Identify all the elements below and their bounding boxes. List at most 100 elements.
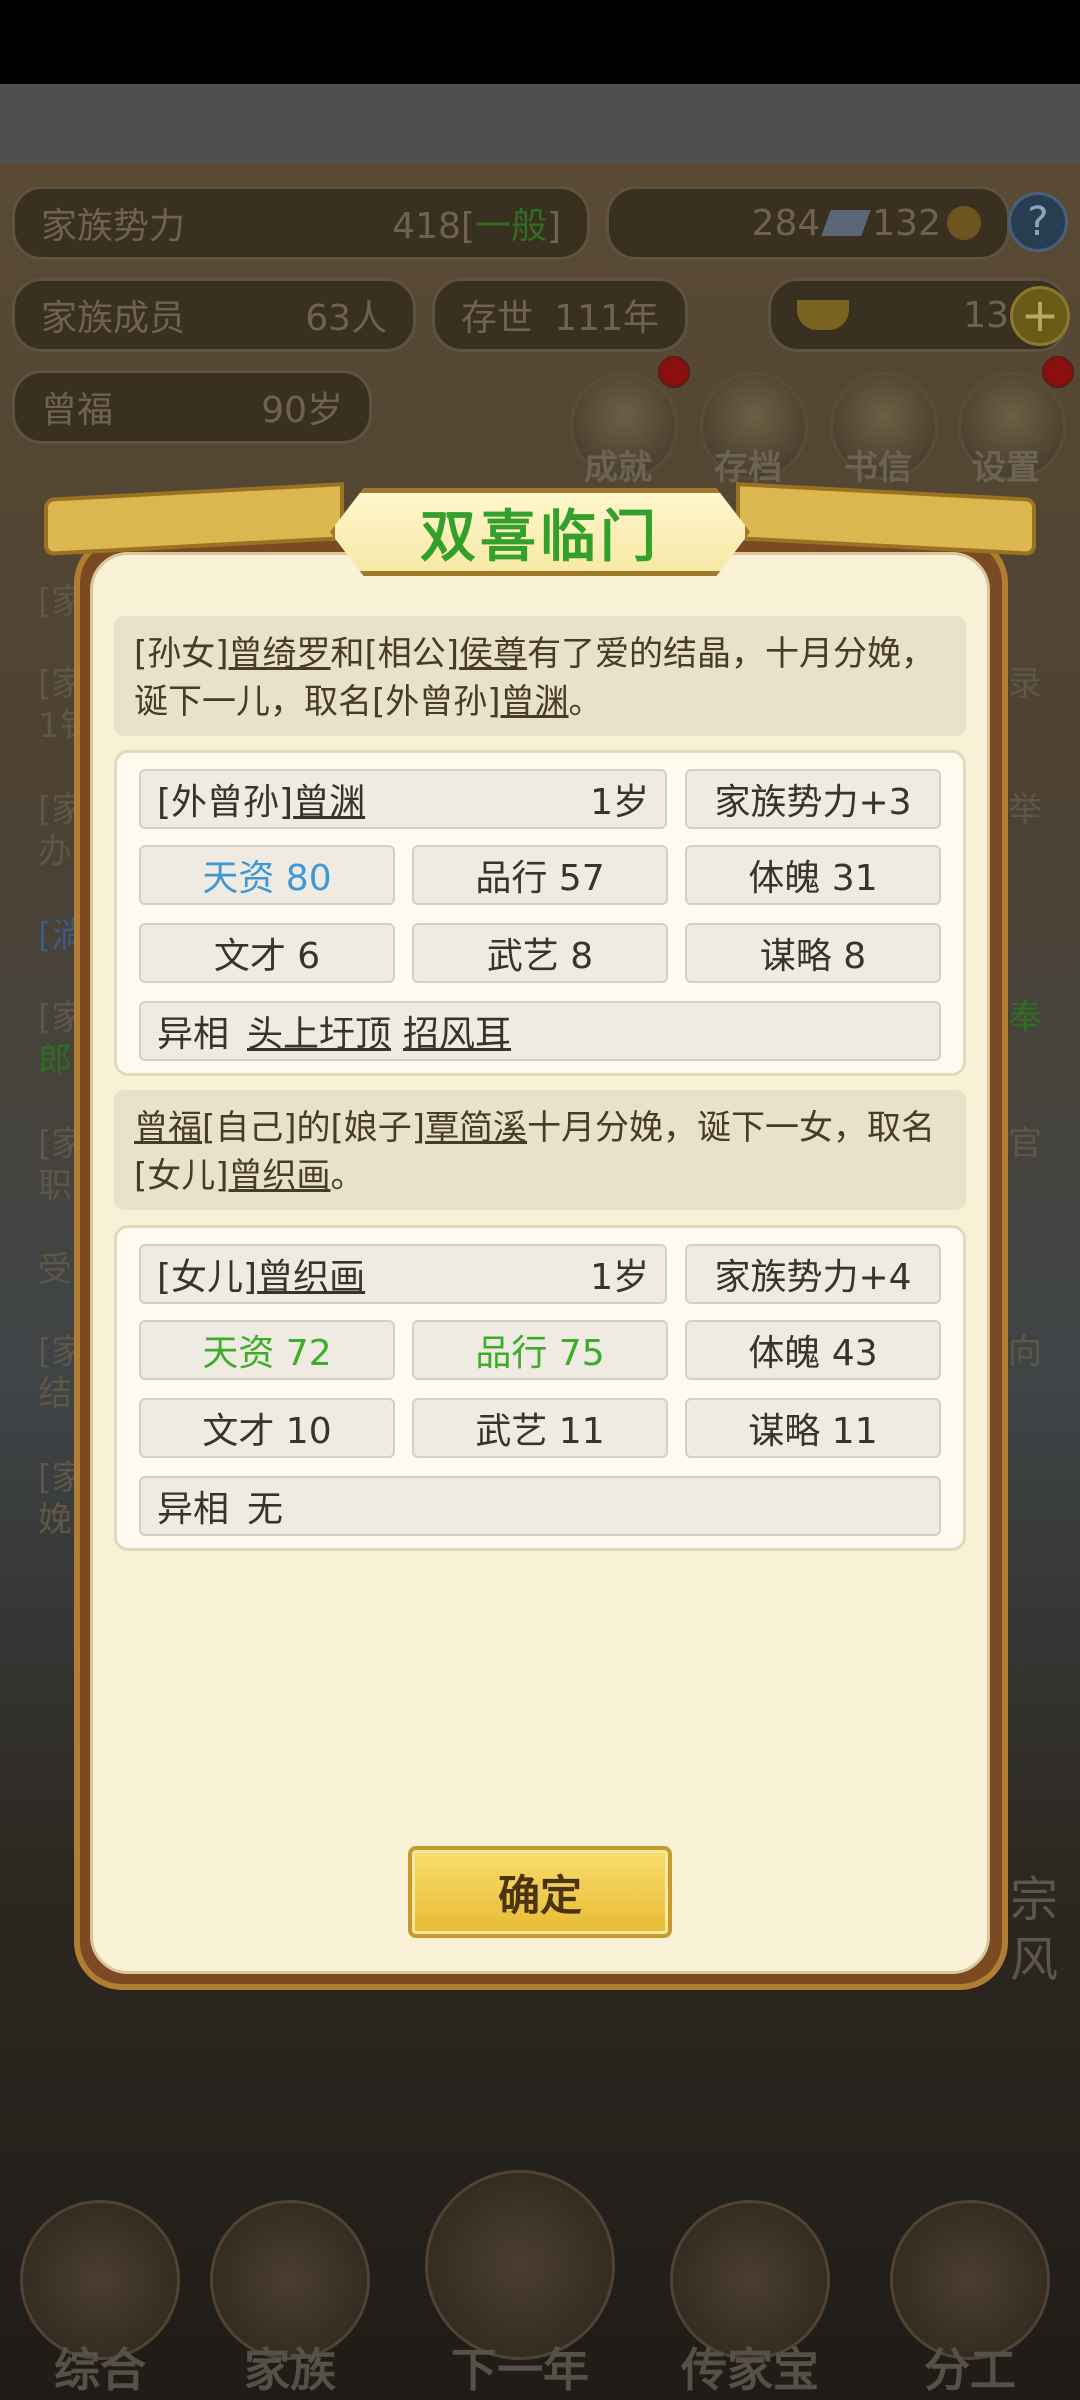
clan-power-readout: 418[一般] [392, 197, 561, 249]
trait-row: 异相 无 [139, 1476, 941, 1536]
child-name-cell[interactable]: [女儿]曾织画 1岁 [139, 1244, 667, 1304]
child-card-1: [外曾孙]曾渊 1岁 家族势力+3 天资 80 品行 57 体魄 31 文才 6… [114, 750, 966, 1076]
notification-badge [658, 356, 690, 388]
book-icon [821, 210, 872, 236]
clan-power-tag-close: ] [546, 206, 561, 247]
child-name: 曾渊 [293, 782, 366, 823]
coin-icon [947, 206, 981, 240]
event-message-2: 曾福[自己]的[娘子]覃简溪十月分娩，诞下一女，取名[女儿]曾织画。 [114, 1090, 966, 1210]
log-fragment: 向 [1008, 1332, 1042, 1372]
settings-badge [1042, 356, 1074, 388]
patriarch-age: 90岁 [261, 390, 343, 431]
clan-power-value: 418 [392, 206, 461, 247]
members-panel: 家族成员 63人 [12, 278, 416, 352]
log-fragment: 办 [38, 832, 72, 872]
stat-strategy: 谋略 8 [685, 923, 941, 983]
stat-physique: 体魄 43 [685, 1320, 941, 1380]
nav-clan-label: 家族 [244, 2343, 336, 2397]
clan-power-bonus: 家族势力+3 [685, 769, 941, 829]
nav-clan[interactable]: 家族 [200, 2180, 380, 2400]
settings-label: 设置 [972, 448, 1040, 488]
event2-text: 。 [330, 1156, 365, 1196]
nav-assign[interactable]: 分工 [880, 2180, 1060, 2400]
existence-label: 存世 [461, 298, 534, 339]
dialog-title-plate: 双喜临门 [330, 488, 750, 576]
child-relation: [女儿] [157, 1257, 258, 1298]
mountain-icon [425, 2170, 615, 2360]
character-link[interactable]: 曾渊 [501, 682, 569, 722]
patriarch-name: 曾福 [41, 390, 114, 431]
child-relation: [外曾孙] [157, 782, 294, 823]
log-fragment: 奉 [1008, 998, 1042, 1038]
character-link[interactable]: 覃简溪 [425, 1108, 527, 1148]
side-label: 风 [1010, 1932, 1059, 1988]
help-button[interactable]: ? [1008, 192, 1068, 252]
stat-talent: 天资 80 [139, 845, 395, 905]
trait-label: 异相 [157, 1014, 230, 1055]
existence-panel: 存世 111年 [432, 278, 688, 352]
child-age: 1岁 [590, 1257, 649, 1298]
nav-overview[interactable]: 综合 [10, 2180, 190, 2400]
child-age: 1岁 [590, 782, 649, 823]
stat-literary: 文才 10 [139, 1398, 395, 1458]
character-link[interactable]: 曾织画 [229, 1156, 331, 1196]
nav-next-year-label: 下一年 [451, 2343, 589, 2397]
child-name-group: [女儿]曾织画 [157, 1248, 365, 1300]
existence-value: 111年 [554, 298, 659, 339]
stat-martial: 武艺 11 [412, 1398, 668, 1458]
save-label: 存档 [714, 448, 782, 488]
members-value: 63人 [305, 298, 387, 339]
gold-ingot-icon [797, 300, 849, 330]
gold-value: 13 [963, 294, 1009, 336]
trait-link[interactable]: 招风耳 [403, 1005, 511, 1057]
top-strip [0, 84, 1080, 164]
clan-power-label: 家族势力 [41, 206, 186, 247]
confirm-button[interactable]: 确定 [408, 1846, 672, 1938]
stat-conduct: 品行 75 [412, 1320, 668, 1380]
log-fragment: 娩 [38, 1500, 72, 1540]
members-label: 家族成员 [41, 298, 186, 339]
event1-text: 和[相公] [330, 634, 460, 674]
child-card-2: [女儿]曾织画 1岁 家族势力+4 天资 72 品行 75 体魄 43 文才 1… [114, 1225, 966, 1551]
currency-b: 132 [872, 202, 941, 244]
achievement-label: 成就 [584, 448, 652, 488]
clan-power-tag: 一般 [474, 206, 547, 247]
character-link[interactable]: 曾绮罗 [229, 634, 331, 674]
child-name-cell[interactable]: [外曾孙]曾渊 1岁 [139, 769, 667, 829]
patriarch-panel: 曾福 90岁 [12, 370, 372, 444]
nav-overview-label: 综合 [54, 2343, 146, 2397]
nav-heirloom[interactable]: 传家宝 [660, 2180, 840, 2400]
trait-row: 异相 头上圩顶 招风耳 [139, 1001, 941, 1061]
trait-value: 无 [247, 1489, 284, 1530]
event2-text: [自己]的[娘子] [202, 1108, 426, 1148]
child-name: 曾织画 [257, 1257, 366, 1298]
clan-power-panel: 家族势力 418[一般] [12, 186, 590, 260]
stat-physique: 体魄 31 [685, 845, 941, 905]
event-message-1: [孙女]曾绮罗和[相公]侯尊有了爱的结晶，十月分娩，诞下一儿，取名[外曾孙]曾渊… [114, 616, 966, 736]
dialog-title: 双喜临门 [420, 504, 660, 570]
currency-a: 284 [751, 202, 821, 244]
log-fragment: 职 [38, 1166, 72, 1206]
status-bar [0, 0, 1080, 84]
log-fragment: 官 [1008, 1124, 1042, 1164]
child-name-group: [外曾孙]曾渊 [157, 773, 365, 825]
log-fragment: 结 [38, 1374, 72, 1414]
stat-conduct: 品行 57 [412, 845, 668, 905]
log-fragment: 录 [1008, 664, 1042, 704]
character-link[interactable]: 曾福 [134, 1108, 202, 1148]
add-gold-button[interactable]: + [1010, 286, 1070, 346]
stat-strategy: 谋略 11 [685, 1398, 941, 1458]
stat-literary: 文才 6 [139, 923, 395, 983]
character-link[interactable]: 侯尊 [459, 634, 527, 674]
stat-talent: 天资 72 [139, 1320, 395, 1380]
letters-label: 书信 [844, 448, 912, 488]
nav-next-year[interactable]: 下一年 [425, 2170, 615, 2400]
event1-text: [孙女] [134, 634, 229, 674]
trait-link[interactable]: 头上圩顶 [247, 1005, 391, 1057]
clan-power-tag-open: [ [460, 206, 475, 247]
currency-panel: 284 132 [606, 186, 1010, 260]
bottom-navigation: 综合 家族 下一年 传家宝 分工 [0, 2170, 1080, 2400]
log-fragment: 举 [1008, 790, 1042, 830]
clan-power-bonus: 家族势力+4 [685, 1244, 941, 1304]
nav-assign-label: 分工 [924, 2343, 1016, 2397]
